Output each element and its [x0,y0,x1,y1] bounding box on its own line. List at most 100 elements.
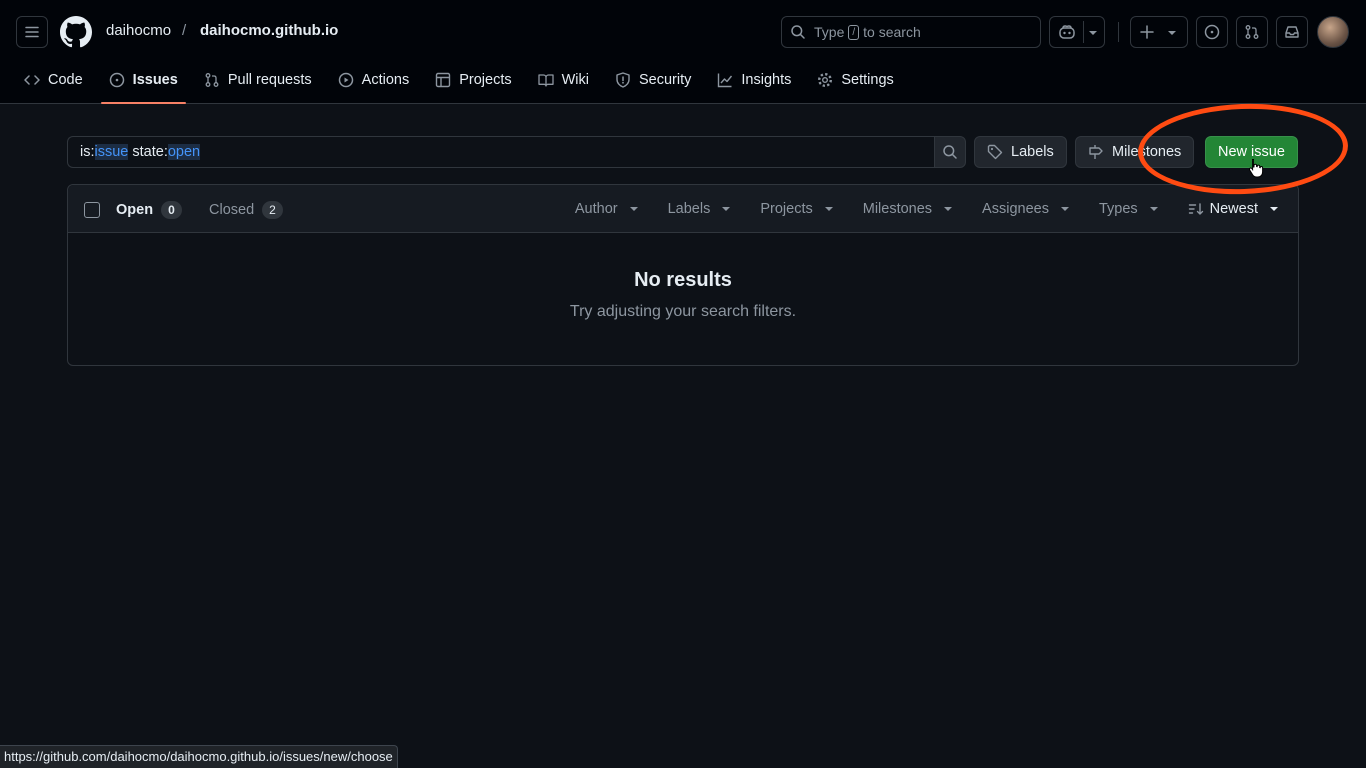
milestones-filter[interactable]: Milestones [862,201,953,217]
types-filter[interactable]: Types [1099,201,1158,217]
labels-button-label: Labels [1011,144,1054,160]
tab-label: Pull requests [227,72,312,88]
code-icon [24,75,40,85]
tab-insights[interactable]: Insights [709,64,799,96]
filter-value: open [167,144,201,160]
milestones-button[interactable]: Milestones [1075,136,1195,168]
filter-label: Projects [760,201,813,217]
tab-label: Actions [361,72,410,88]
filter-label: Author [574,201,618,217]
tab-pull-requests[interactable]: Pull requests [196,64,320,96]
chevron-down-icon [629,207,638,211]
issues-list-panel: Open 0 Closed 2 Author Labels Projects M… [67,184,1299,366]
menu-button[interactable] [16,16,48,48]
tag-icon [987,144,1003,160]
tab-label: Wiki [561,72,589,88]
global-search-input[interactable]: Type / to search [781,16,1041,48]
projects-filter[interactable]: Projects [760,201,833,217]
app-header: daihocmo / daihocmo.github.io Type / to … [0,0,1366,104]
hamburger-icon [25,26,39,38]
filter-label: Types [1098,201,1138,217]
gear-icon [818,72,833,88]
tab-label: Settings [841,72,894,88]
chevron-down-icon [944,207,953,211]
tab-settings[interactable]: Settings [809,64,901,96]
issues-shortcut-button[interactable] [1196,16,1228,48]
search-shortcut-key: / [848,24,860,40]
closed-issues-tab[interactable]: Closed 2 [209,201,283,219]
hand-pointer-icon [1248,159,1264,178]
tab-security[interactable]: Security [607,64,699,96]
tab-label: Code [48,72,83,88]
chevron-down-icon [722,207,731,211]
filter-label: Labels [667,201,711,217]
tab-projects[interactable]: Projects [427,64,519,96]
tab-code[interactable]: Code [16,64,91,96]
author-filter[interactable]: Author [575,201,638,217]
open-count-badge: 0 [161,201,182,219]
tab-label: Projects [459,72,512,88]
tab-label: Issues [132,72,178,88]
issues-filter-input[interactable]: is: issue state: open [67,136,935,168]
chevron-down-icon [1270,207,1278,211]
filter-qualifier: is: [80,144,95,160]
sort-dropdown[interactable]: Newest [1188,201,1278,217]
link-status-bar: https://github.com/daihocmo/daihocmo.git… [0,745,398,768]
tab-wiki[interactable]: Wiki [530,64,597,96]
issues-list-header: Open 0 Closed 2 Author Labels Projects M… [68,185,1298,233]
tab-actions[interactable]: Actions [330,64,418,96]
git-pull-request-icon [205,73,219,87]
open-issues-tab[interactable]: Open 0 [116,201,182,219]
repo-name-link[interactable]: daihocmo.github.io [200,22,338,39]
sort-desc-icon [1188,203,1203,215]
repo-nav-tabs: Code Issues Pull requests Actions Projec… [16,64,912,104]
milestone-icon [1089,145,1103,159]
closed-count-badge: 2 [262,201,283,219]
labels-button[interactable]: Labels [974,136,1067,168]
search-icon [943,145,957,159]
graph-icon [718,73,733,88]
inbox-icon [1285,26,1299,38]
book-icon [537,74,554,87]
issue-opened-icon [1204,24,1220,40]
filter-label: Milestones [862,201,933,217]
search-icon [791,25,805,39]
table-icon [436,72,451,88]
user-avatar[interactable] [1317,16,1349,48]
filter-value: issue [94,144,129,160]
search-placeholder-prefix: Type [814,24,845,40]
issue-opened-icon [109,72,124,88]
tab-label: Insights [741,72,792,88]
copilot-icon [1059,25,1075,39]
repo-owner-link[interactable]: daihocmo [106,22,171,39]
shield-icon [616,72,630,88]
chevron-down-icon [824,207,833,211]
search-placeholder-suffix: to search [863,24,921,40]
header-divider [1118,22,1119,42]
git-pull-request-icon [1245,25,1259,39]
github-logo-icon[interactable] [60,16,92,48]
pull-requests-shortcut-button[interactable] [1236,16,1268,48]
inbox-button[interactable] [1276,16,1308,48]
tab-issues[interactable]: Issues [100,64,186,104]
open-label: Open [116,202,154,218]
closed-label: Closed [209,202,255,218]
labels-filter[interactable]: Labels [668,201,731,217]
copilot-button[interactable] [1049,16,1105,48]
chevron-down-icon [1060,207,1069,211]
create-chevron-down-icon [1168,31,1176,35]
play-icon [338,72,353,88]
create-new-button[interactable] [1130,16,1188,48]
tab-label: Security [639,72,692,88]
filter-label: Assignees [982,201,1049,217]
plus-icon [1140,25,1154,39]
filter-search-button[interactable] [934,136,966,168]
breadcrumb-separator: / [182,22,187,39]
list-filters: Author Labels Projects Milestones Assign… [545,185,1278,233]
assignees-filter[interactable]: Assignees [982,201,1069,217]
sort-label: Newest [1209,201,1258,217]
milestones-button-label: Milestones [1112,144,1182,160]
select-all-checkbox[interactable] [84,202,100,218]
empty-state-title: No results [634,269,732,291]
empty-state-subtitle: Try adjusting your search filters. [569,303,797,320]
